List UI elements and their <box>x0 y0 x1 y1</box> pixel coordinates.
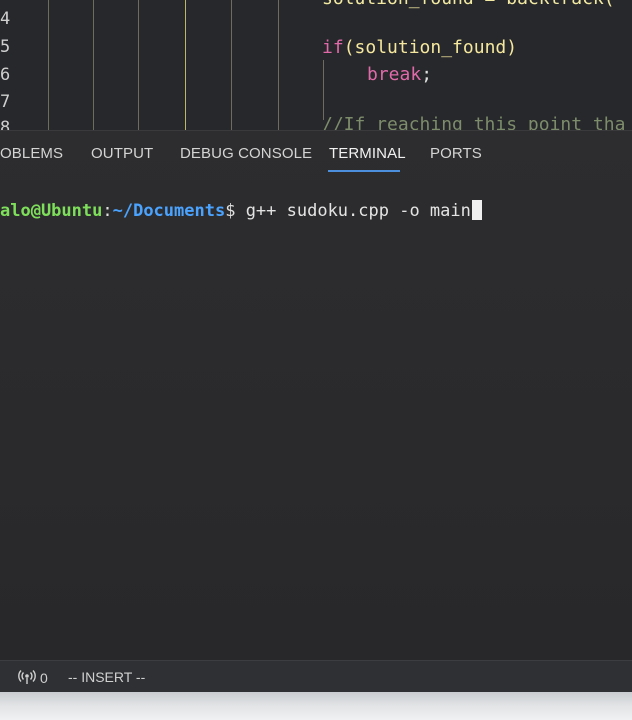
active-tab-indicator <box>328 170 400 172</box>
vim-mode-indicator: -- INSERT -- <box>68 669 146 685</box>
indent-guide <box>185 0 186 130</box>
indent-guide <box>93 0 94 130</box>
monitor-bezel <box>0 692 632 720</box>
tab-ports[interactable]: PORTS <box>430 145 482 162</box>
status-bar: 0 -- INSERT -- <box>0 660 632 693</box>
indent-guide <box>278 0 279 130</box>
terminal-command: g++ sudoku.cpp -o main <box>245 201 471 221</box>
prompt-user-host: alo@Ubuntu <box>0 201 103 221</box>
line-number: 8 <box>0 118 11 130</box>
indent-guide <box>323 60 324 120</box>
prompt-colon: : <box>102 201 113 221</box>
indent-guide <box>138 0 139 130</box>
code-comment: //If reaching this point tha <box>322 114 626 130</box>
keyword-break: break <box>367 64 422 85</box>
indent-guide <box>231 0 232 130</box>
line-number: 4 <box>0 9 11 29</box>
tab-output[interactable]: OUTPUT <box>91 145 153 162</box>
code-line-break: break; <box>367 64 432 85</box>
if-condition: (solution_found) <box>343 37 518 58</box>
line-number-gutter: 4 5 6 7 8 <box>0 0 40 130</box>
code-editor[interactable]: 4 5 6 7 8 solution_found = backtrack( if… <box>0 0 632 130</box>
prompt-dollar: $ <box>225 201 246 221</box>
broadcast-icon[interactable] <box>18 669 36 685</box>
line-number: 7 <box>0 92 11 112</box>
code-line-if: if(solution_found) <box>322 37 517 58</box>
prompt-path: ~/Documents <box>112 201 226 221</box>
line-number: 6 <box>0 65 11 85</box>
tab-debug-console[interactable]: DEBUG CONSOLE <box>180 145 312 162</box>
semicolon: ; <box>421 64 433 85</box>
indent-guide <box>48 0 49 130</box>
tab-problems[interactable]: OBLEMS <box>0 145 63 162</box>
keyword-if: if <box>322 37 344 58</box>
line-number: 5 <box>0 37 11 57</box>
terminal-prompt-line[interactable]: alo@Ubuntu:~/Documents$ g++ sudoku.cpp -… <box>0 200 482 221</box>
bottom-panel: OBLEMS OUTPUT DEBUG CONSOLE TERMINAL POR… <box>0 130 632 660</box>
panel-tabs: OBLEMS OUTPUT DEBUG CONSOLE TERMINAL POR… <box>0 130 632 175</box>
ports-count: 0 <box>40 670 48 686</box>
terminal-cursor <box>471 200 482 220</box>
code-line: solution_found = backtrack( <box>322 0 615 9</box>
tab-terminal[interactable]: TERMINAL <box>329 145 406 162</box>
